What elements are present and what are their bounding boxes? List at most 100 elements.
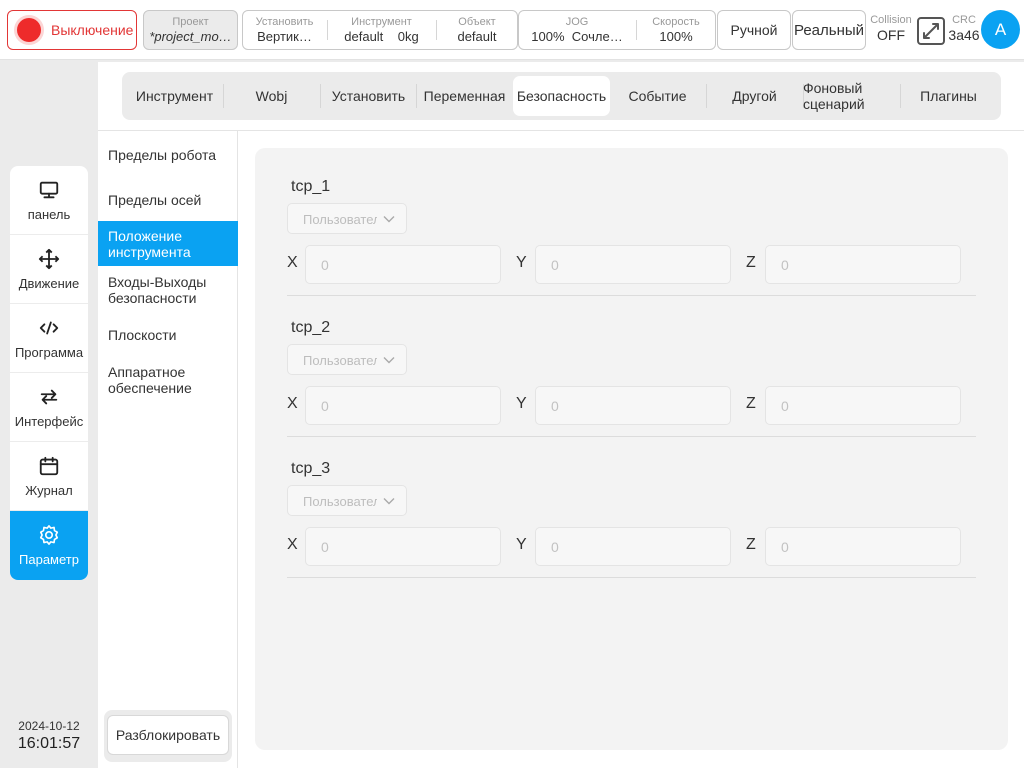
nav-label: Параметр [19,552,79,567]
tcp-frame-select[interactable]: Пользователь [287,485,407,516]
tcp-title: tcp_2 [291,319,331,336]
tcp-x-input[interactable] [305,245,501,284]
project-status[interactable]: Проект *project_mo… [143,10,238,50]
nav-item-program[interactable]: Программа [10,304,88,373]
tcp-z-input[interactable] [765,245,961,284]
nav-item-interface[interactable]: Интерфейс [10,373,88,442]
project-name: *project_mo… [149,28,232,44]
tab-install[interactable]: Установить [320,76,417,116]
tool-value: default [344,28,384,44]
tcp-x-input[interactable] [305,527,501,566]
nav-item-motion[interactable]: Движение [10,235,88,304]
tcp-block: tcp_1 Пользователь X Y Z [287,178,976,317]
power-indicator-icon [17,18,41,42]
current-time: 16:01:57 [17,735,81,752]
select-placeholder: Пользователь [303,212,377,227]
tab-other[interactable]: Другой [706,76,803,116]
tcp-block: tcp_3 Пользователь X Y Z [287,460,976,599]
chevron-down-icon [383,498,395,505]
collision-status[interactable]: Collision OFF [868,14,914,43]
tcp-y-input[interactable] [535,527,731,566]
project-caption: Проект [172,15,209,28]
real-mode-button[interactable]: Реальный [792,10,866,50]
chevron-down-icon [383,357,395,364]
speed-value: 100% [659,28,693,44]
tcp-title: tcp_3 [291,460,331,477]
unlock-button[interactable]: Разблокировать [107,715,229,755]
tcp-frame-select[interactable]: Пользователь [287,203,407,234]
install-tool-object-status[interactable]: Установить Вертик… Инструмент default 0k… [242,10,518,50]
crc-value: 3a46 [948,27,980,43]
x-axis-label: X [287,254,298,271]
subnav-planes[interactable]: Плоскости [98,327,238,343]
subnav-hardware[interactable]: Аппаратное обеспечение [98,364,238,396]
jog-speed-status[interactable]: JOG 100% Сочле… Скорость 100% [518,10,716,50]
tab-background-script[interactable]: Фоновый сценарий [803,76,900,116]
object-value: default [457,28,497,44]
tcp-title: tcp_1 [291,178,331,195]
tool-load: 0kg [397,28,419,44]
divider [287,436,976,437]
safety-subnav: Пределы робота Пределы осей Положение ин… [98,131,238,768]
tcp-frame-select[interactable]: Пользователь [287,344,407,375]
subnav-tool-position[interactable]: Положение инструмента [98,221,238,266]
tab-wobj[interactable]: Wobj [223,76,320,116]
monitor-icon [39,181,59,198]
y-axis-label: Y [516,395,527,412]
move-arrows-icon [38,248,60,269]
x-axis-label: X [287,536,298,553]
calendar-icon [39,456,59,475]
subnav-robot-limits[interactable]: Пределы робота [98,147,238,163]
nav-label: панель [27,206,71,222]
tool-caption: Инструмент [351,15,412,28]
settings-tab-bar: Инструмент Wobj Установить Переменная Бе… [122,72,1001,120]
tool-position-content: tcp_1 Пользователь X Y Z tcp_2 Пользоват… [255,148,1008,750]
tcp-block: tcp_2 Пользователь X Y Z [287,319,976,458]
power-off-button[interactable]: Выключение [7,10,137,50]
gear-icon [39,525,59,545]
jog-caption: JOG [565,15,589,28]
unlock-area: Разблокировать [104,710,232,762]
z-axis-label: Z [746,254,756,271]
crc-caption: CRC [952,14,976,26]
collision-value: OFF [877,27,905,43]
subnav-safety-io[interactable]: Входы-Выходы безопасности [98,274,238,306]
collision-caption: Collision [870,14,912,26]
power-label: Выключение [51,22,134,38]
tab-variable[interactable]: Переменная [416,76,513,116]
chevron-down-icon [383,216,395,223]
jog-percent: 100% [531,28,565,44]
tcp-z-input[interactable] [765,527,961,566]
nav-item-log[interactable]: Журнал [10,442,88,511]
nav-item-panel[interactable]: панель [10,166,88,235]
tcp-x-input[interactable] [305,386,501,425]
nav-item-parameter[interactable]: Параметр [10,511,88,580]
user-avatar[interactable]: A [981,10,1020,49]
crc-status: CRC 3a46 [946,14,982,43]
expand-icon[interactable] [916,16,946,46]
nav-label: Программа [14,344,84,360]
tab-safety[interactable]: Безопасность [513,76,610,116]
tcp-y-input[interactable] [535,245,731,284]
select-placeholder: Пользователь [303,494,377,509]
tab-plugins[interactable]: Плагины [900,76,997,116]
tcp-z-input[interactable] [765,386,961,425]
current-date: 2024-10-12 [18,719,80,733]
swap-arrows-icon [40,389,58,404]
tcp-y-input[interactable] [535,386,731,425]
main-panel: Инструмент Wobj Установить Переменная Бе… [98,62,1024,768]
nav-label: Движение [18,275,80,291]
subnav-joint-limits[interactable]: Пределы осей [98,192,238,208]
code-icon [39,321,59,334]
clock: 2024-10-12 16:01:57 [8,719,90,753]
speed-caption: Скорость [652,15,700,28]
tab-event[interactable]: Событие [609,76,706,116]
tab-tool[interactable]: Инструмент [126,76,223,116]
main-navigation: панель Движение Программа Интерфейс Журн… [10,166,88,580]
nav-label: Журнал [25,482,73,498]
manual-mode-button[interactable]: Ручной [717,10,791,50]
select-placeholder: Пользователь [303,353,377,368]
divider [287,295,976,296]
object-caption: Объект [458,15,496,28]
x-axis-label: X [287,395,298,412]
